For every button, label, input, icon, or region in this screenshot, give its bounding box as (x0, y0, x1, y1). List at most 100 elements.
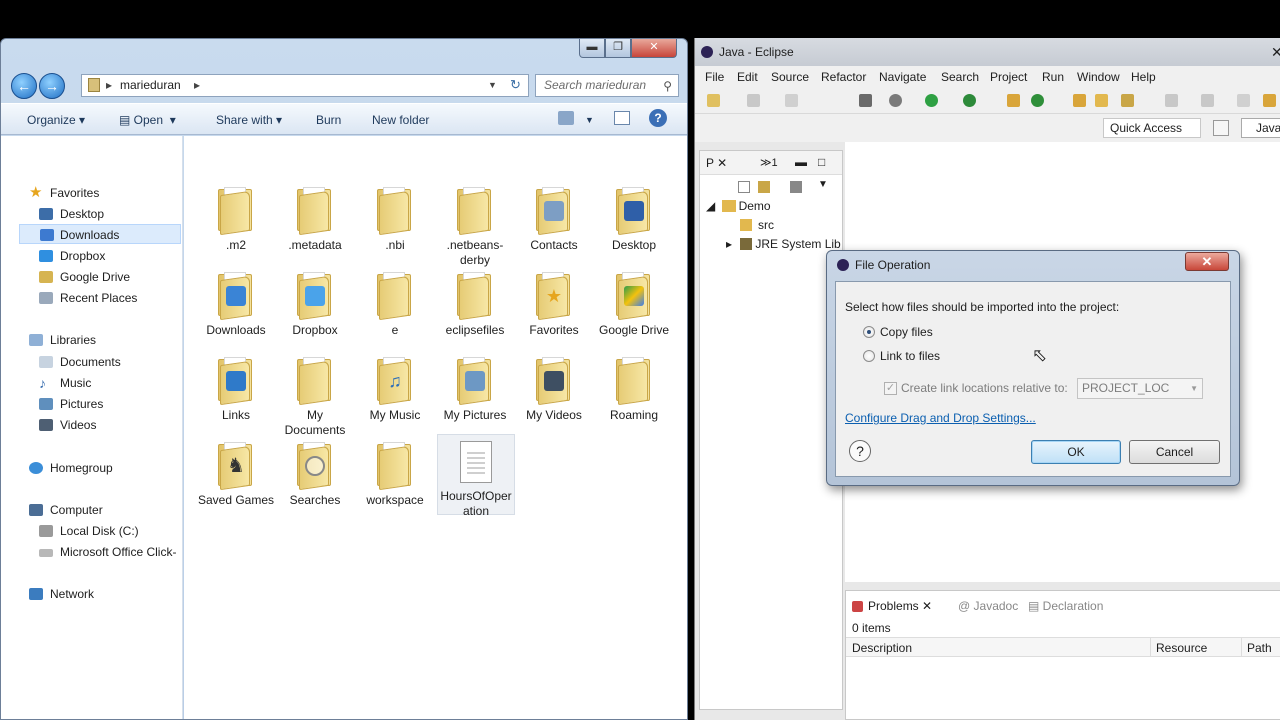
nav-google-drive[interactable]: Google Drive (39, 267, 130, 287)
column-resource[interactable]: Resource (1156, 641, 1207, 655)
menu-help[interactable]: Help (1131, 70, 1156, 84)
minimize-button[interactable]: ▬ (579, 39, 605, 58)
nav-homegroup[interactable]: Homegroup (29, 458, 113, 478)
nav-office-click[interactable]: Microsoft Office Click- (39, 542, 176, 562)
forward-icon[interactable] (1263, 94, 1276, 107)
file-tile[interactable]: eclipsefiles (436, 268, 514, 338)
help-icon[interactable]: ? (849, 440, 871, 462)
open-button[interactable]: ▤ Open ▾ (119, 113, 176, 127)
nav-music[interactable]: ♪ Music (39, 373, 91, 393)
address-bar[interactable]: ▸ marieduran ▸ ▼ ↻ (81, 74, 529, 97)
nav-libraries[interactable]: Libraries (29, 330, 96, 350)
file-tile[interactable]: .netbeans-derby (436, 183, 514, 268)
maximize-view-icon[interactable]: □ (818, 155, 825, 169)
link-editor-icon[interactable] (758, 181, 770, 193)
organize-button[interactable]: Organize ▾ (27, 113, 85, 127)
nav-local-disk[interactable]: Local Disk (C:) (39, 521, 139, 541)
view-menu-icon[interactable] (790, 181, 802, 193)
save-icon[interactable] (747, 94, 760, 107)
breadcrumb[interactable]: marieduran (120, 78, 181, 92)
search-tool-icon[interactable] (1121, 94, 1134, 107)
burn-button[interactable]: Burn (316, 113, 341, 127)
next-annotation-icon[interactable] (1201, 94, 1214, 107)
java-perspective-button[interactable]: Java (1241, 118, 1280, 138)
maximize-button[interactable]: ❐ (605, 39, 631, 58)
refresh-icon[interactable]: ↻ (510, 74, 521, 95)
file-tile[interactable]: Downloads (197, 268, 275, 338)
file-tile[interactable]: My Pictures (436, 353, 514, 423)
tab-hierarchy[interactable]: ≫1 (760, 156, 778, 169)
help-icon[interactable]: ? (649, 109, 667, 127)
print-icon[interactable] (785, 94, 798, 107)
nav-computer[interactable]: Computer (29, 500, 103, 520)
back-arrow-icon[interactable]: ← (11, 73, 37, 99)
file-tile[interactable]: workspace (356, 438, 434, 508)
link-files-label[interactable]: Link to files (880, 349, 940, 363)
menu-window[interactable]: Window (1077, 70, 1120, 84)
close-icon[interactable]: ✕ (1271, 38, 1280, 66)
new-java-project-icon[interactable] (1007, 94, 1020, 107)
back-icon[interactable] (1237, 94, 1250, 107)
new-folder-button[interactable]: New folder (372, 113, 429, 127)
file-tile[interactable]: .m2 (197, 183, 275, 253)
file-tile[interactable]: Dropbox (276, 268, 354, 338)
copy-files-label[interactable]: Copy files (880, 325, 933, 339)
view-dropdown-icon[interactable]: ▼ (818, 179, 828, 190)
view-dropdown-icon[interactable]: ▼ (585, 115, 594, 125)
nav-downloads[interactable]: Downloads (19, 224, 181, 244)
column-description[interactable]: Description (852, 641, 912, 655)
menu-source[interactable]: Source (771, 70, 809, 84)
external-tools-icon[interactable] (963, 94, 976, 107)
file-tile[interactable]: Contacts (515, 183, 593, 253)
nav-videos[interactable]: Videos (39, 415, 96, 435)
tab-declaration[interactable]: ▤ Declaration (1028, 599, 1103, 613)
ok-button[interactable]: OK (1031, 440, 1121, 464)
collapse-all-icon[interactable] (738, 181, 750, 193)
file-tile[interactable]: Searches (276, 438, 354, 508)
file-tile[interactable]: Google Drive (595, 268, 673, 338)
file-tile[interactable]: ♫ My Music (356, 353, 434, 423)
link-files-radio[interactable] (863, 350, 875, 362)
file-tile[interactable]: Links (197, 353, 275, 423)
menu-search[interactable]: Search (941, 70, 979, 84)
nav-desktop[interactable]: Desktop (39, 204, 104, 224)
menu-refactor[interactable]: Refactor (821, 70, 866, 84)
skip-breakpoints-icon[interactable] (859, 94, 872, 107)
file-tile[interactable]: .nbi (356, 183, 434, 253)
tree-item-jre[interactable]: ▸ JRE System Lib (726, 237, 841, 251)
file-tile[interactable]: Roaming (595, 353, 673, 423)
open-type-icon[interactable] (1073, 94, 1086, 107)
menu-file[interactable]: File (705, 70, 724, 84)
column-path[interactable]: Path (1247, 641, 1272, 655)
new-icon[interactable] (707, 94, 720, 107)
file-tile[interactable]: My Documents (276, 353, 354, 438)
forward-arrow-icon[interactable]: → (39, 73, 65, 99)
tab-package-explorer[interactable]: P ✕ (706, 156, 727, 170)
quick-access-input[interactable]: Quick Access (1103, 118, 1201, 138)
minimize-view-icon[interactable]: ▬ (795, 155, 807, 169)
new-class-icon[interactable] (1031, 94, 1044, 107)
breadcrumb-chevron-icon[interactable]: ▸ (194, 75, 200, 96)
search-input[interactable]: Search marieduran ⚲ (535, 74, 679, 97)
relative-location-select[interactable]: PROJECT_LOC ▼ (1077, 378, 1203, 399)
menu-edit[interactable]: Edit (737, 70, 758, 84)
close-button[interactable]: ✕ (631, 39, 677, 58)
debug-icon[interactable] (889, 94, 902, 107)
view-options-icon[interactable] (558, 111, 574, 125)
nav-documents[interactable]: Documents (39, 352, 121, 372)
nav-dropbox[interactable]: Dropbox (39, 246, 105, 266)
history-dropdown-icon[interactable]: ▼ (488, 75, 497, 96)
menu-run[interactable]: Run (1042, 70, 1064, 84)
file-tile[interactable]: My Videos (515, 353, 593, 423)
tab-problems[interactable]: Problems ✕ (852, 599, 932, 613)
tree-item-src[interactable]: src (740, 218, 774, 232)
file-tile[interactable]: ★ Favorites (515, 268, 593, 338)
file-tile[interactable]: ♞ Saved Games (197, 438, 275, 508)
file-tile[interactable]: e (356, 268, 434, 338)
copy-files-radio[interactable] (863, 326, 875, 338)
preview-pane-icon[interactable] (614, 111, 630, 125)
open-perspective-icon[interactable] (1213, 120, 1229, 136)
tree-item-demo[interactable]: ◢ Demo (706, 199, 771, 213)
tab-javadoc[interactable]: @ Javadoc (958, 599, 1018, 613)
relative-link-checkbox[interactable]: ✓ (884, 382, 897, 395)
